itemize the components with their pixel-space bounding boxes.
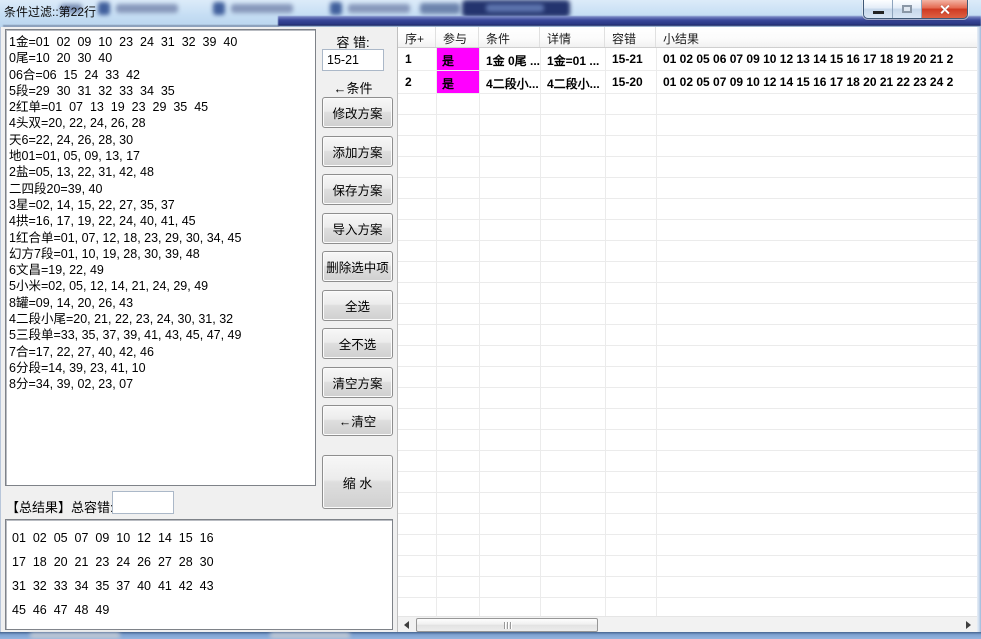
horizontal-scrollbar[interactable] xyxy=(398,616,978,632)
grid-column-line xyxy=(479,48,480,616)
condition-list-textbox[interactable]: 1金=01 02 09 10 23 24 31 32 39 40 0尾=10 2… xyxy=(5,29,316,486)
grid-column-line xyxy=(605,48,606,616)
tolerance-input[interactable] xyxy=(322,49,384,71)
header-condition[interactable]: 条件 xyxy=(479,27,540,47)
grid-column-line xyxy=(656,48,657,616)
cell-condition: 1金 0尾 ... xyxy=(479,48,540,70)
cell-detail: 1金=01 ... xyxy=(540,48,605,70)
add-plan-button[interactable]: 添加方案 xyxy=(322,136,393,167)
cell-seq: 2 xyxy=(398,71,436,93)
total-tolerance-input[interactable] xyxy=(112,491,174,514)
maximize-icon xyxy=(902,5,912,13)
clear-plans-button[interactable]: 清空方案 xyxy=(322,367,393,398)
modify-plan-button[interactable]: 修改方案 xyxy=(322,97,393,128)
cell-result: 01 02 05 07 09 10 12 14 15 16 17 18 20 2… xyxy=(656,71,978,93)
clear-condition-button[interactable]: ←清空 xyxy=(322,405,393,436)
background-window-smudge xyxy=(231,4,293,13)
right-arrow-icon xyxy=(966,621,971,629)
minimize-icon xyxy=(873,11,884,14)
plan-table-header: 序+ 参与 条件 详情 容错 小结果 xyxy=(398,27,978,48)
close-icon xyxy=(939,4,950,15)
plan-table-empty-grid xyxy=(398,94,978,616)
table-row-1[interactable]: 1 是 1金 0尾 ... 1金=01 ... 15-21 01 02 05 0… xyxy=(398,48,978,71)
header-tolerance[interactable]: 容错 xyxy=(605,27,656,47)
table-row-2[interactable]: 2 是 4二段小... 4二段小... 15-20 01 02 05 07 09… xyxy=(398,71,978,94)
scroll-right-arrow[interactable] xyxy=(960,617,976,633)
title-bar: 条件过滤::第22行 xyxy=(0,0,981,27)
background-window-smudge xyxy=(348,4,410,13)
cell-detail: 4二段小... xyxy=(540,71,605,93)
background-document-icon xyxy=(213,2,225,15)
minimize-button[interactable] xyxy=(864,0,893,18)
header-seq[interactable]: 序+ xyxy=(398,27,436,47)
grid-column-line xyxy=(436,48,437,616)
shrink-button[interactable]: 缩 水 xyxy=(322,455,393,509)
scroll-left-arrow[interactable] xyxy=(398,617,414,633)
header-participate[interactable]: 参与 xyxy=(436,27,479,47)
scrollbar-thumb[interactable] xyxy=(416,618,598,632)
background-window-smudge xyxy=(420,3,460,14)
left-edge-sliver xyxy=(0,27,1,632)
background-document-icon xyxy=(330,2,342,15)
save-plan-button[interactable]: 保存方案 xyxy=(322,174,393,205)
cell-condition: 4二段小... xyxy=(479,71,540,93)
arrow-condition-label: ←条件 xyxy=(322,78,384,97)
select-none-button[interactable]: 全不选 xyxy=(322,328,393,359)
header-result[interactable]: 小结果 xyxy=(656,27,978,47)
cell-result: 01 02 05 06 07 09 10 12 13 14 15 16 17 1… xyxy=(656,48,978,70)
delete-selected-button[interactable]: 删除选中项 xyxy=(322,251,393,282)
window-right-border xyxy=(977,27,981,632)
grid-column-line xyxy=(540,48,541,616)
import-plan-button[interactable]: 导入方案 xyxy=(322,213,393,244)
total-result-label: 【总结果】总容错: xyxy=(6,497,114,516)
background-document-icon xyxy=(98,2,110,15)
cell-tolerance: 15-20 xyxy=(605,71,656,93)
background-smudge xyxy=(270,633,350,638)
close-button[interactable] xyxy=(922,0,967,18)
window-title: 条件过滤::第22行 xyxy=(4,3,96,20)
cell-tolerance: 15-21 xyxy=(605,48,656,70)
background-smudge xyxy=(30,633,120,638)
thumb-grip-icon xyxy=(504,622,505,629)
left-arrow-icon xyxy=(404,621,409,629)
app-window: 条件过滤::第22行 1金=01 02 09 10 23 24 31 32 39… xyxy=(0,0,981,639)
total-result-textbox[interactable]: 01 02 05 07 09 10 12 14 15 16 17 18 20 2… xyxy=(5,519,393,630)
background-window-smudge xyxy=(116,4,178,13)
select-all-button[interactable]: 全选 xyxy=(322,290,393,321)
background-bottom-strip xyxy=(0,632,981,639)
thumb-grip-icon xyxy=(510,622,511,629)
header-detail[interactable]: 详情 xyxy=(540,27,605,47)
plan-table: 序+ 参与 条件 详情 容错 小结果 1 是 1金 0尾 ... 1金=01 .… xyxy=(397,27,977,632)
cell-seq: 1 xyxy=(398,48,436,70)
background-active-tab-text xyxy=(486,4,544,12)
thumb-grip-icon xyxy=(507,622,508,629)
cell-participate[interactable]: 是 xyxy=(436,71,479,93)
client-area: 1金=01 02 09 10 23 24 31 32 39 40 0尾=10 2… xyxy=(0,27,981,632)
maximize-button[interactable] xyxy=(893,0,922,18)
window-controls xyxy=(863,0,968,19)
cell-participate[interactable]: 是 xyxy=(436,48,479,70)
